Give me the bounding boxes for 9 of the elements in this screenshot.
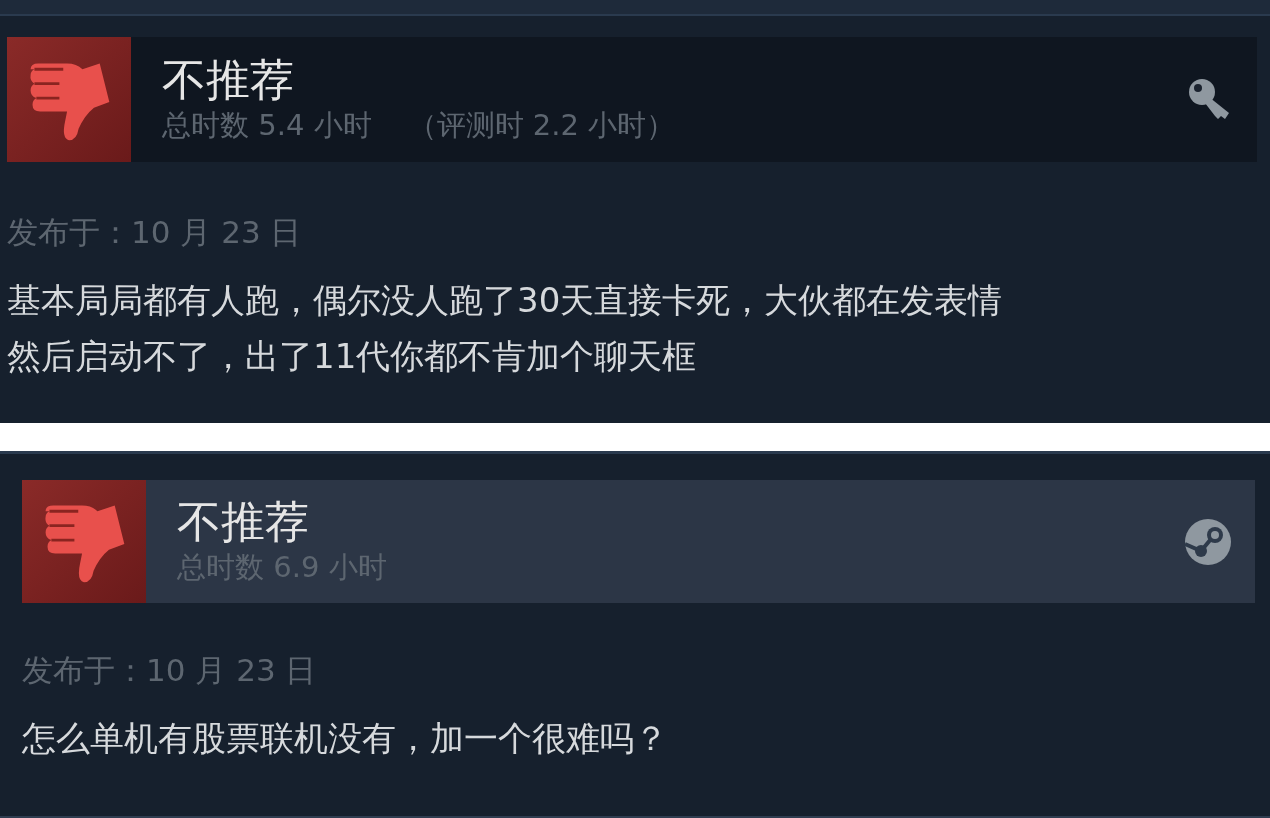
playtime-text: 总时数 5.4 小时 (162, 106, 372, 144)
posted-date: 发布于：10 月 23 日 (22, 651, 318, 690)
review-playtime-text: （评测时 2.2 小时） (407, 106, 676, 144)
review-verdict: 不推荐 (162, 53, 295, 106)
posted-date: 发布于：10 月 23 日 (7, 213, 303, 252)
review-verdict: 不推荐 (177, 495, 310, 548)
review-text: 基本局局都有人跑，偶尔没人跑了30天直接卡死，大伙都在发表情 然后启动不了，出了11代你都不肯加个聊天框 (7, 279, 1004, 378)
review-text: 怎么单机有股票联机没有，加一个很难吗？ (22, 717, 669, 760)
circle-logo-icon (1183, 516, 1233, 567)
